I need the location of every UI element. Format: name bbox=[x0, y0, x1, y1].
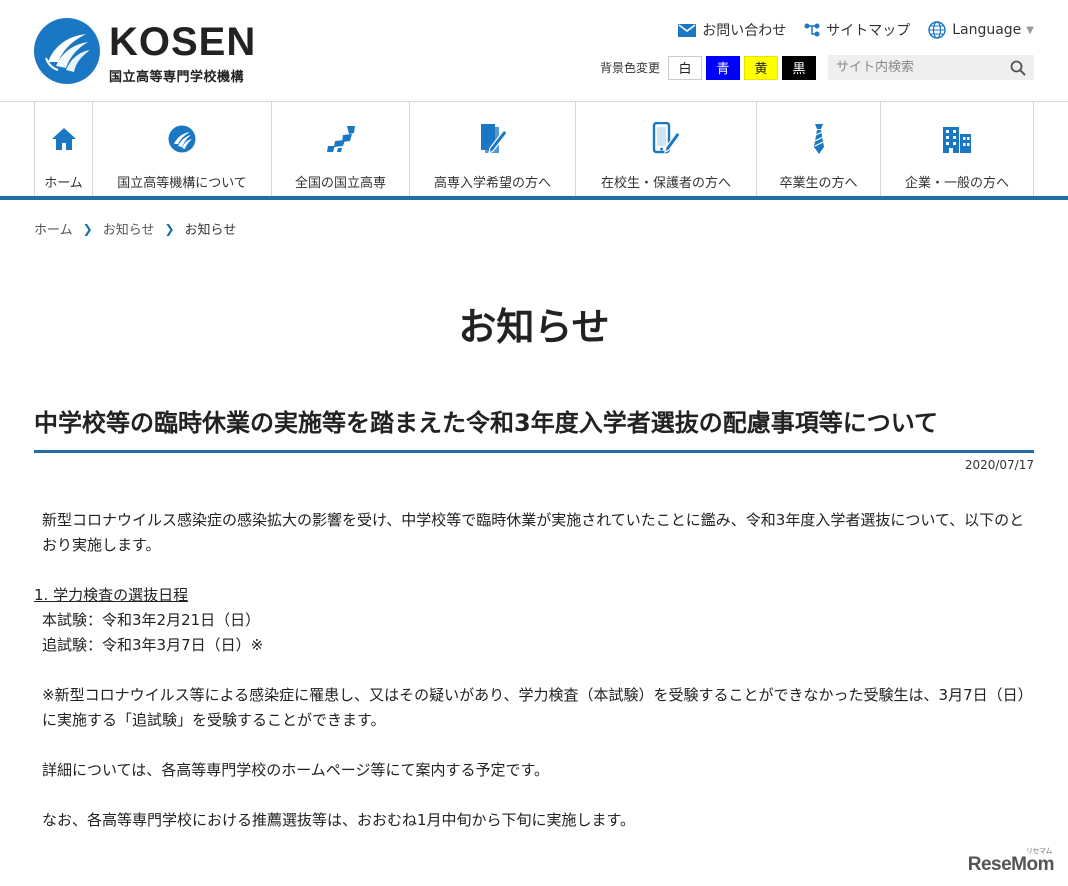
nav-label: 国立高等機構について bbox=[117, 176, 247, 191]
bg-white-button[interactable]: 白 bbox=[668, 55, 702, 80]
nav-label: 全国の国立高専 bbox=[294, 176, 386, 191]
utility-links: お問い合わせ サイトマップ Language ▼ bbox=[660, 20, 1034, 40]
contact-link-label: お問い合わせ bbox=[702, 23, 787, 39]
bg-color-label: 背景色変更 bbox=[599, 61, 660, 75]
nav-label: 企業・一般の方へ bbox=[904, 176, 1009, 191]
section-heading: 1. 学力検査の選抜日程 bbox=[34, 586, 189, 604]
article-intro: 新型コロナウイルス感染症の感染拡大の影響を受け、中学校等で臨時休業が実施されてい… bbox=[42, 511, 1025, 554]
makeup-exam-note: ※新型コロナウイルス等による感染症に罹患し、又はその疑いがあり、学力検査（本試験… bbox=[42, 686, 1033, 729]
language-label: Language bbox=[952, 22, 1022, 38]
breadcrumb-home[interactable]: ホーム bbox=[34, 219, 73, 238]
search-icon[interactable] bbox=[1010, 60, 1026, 76]
contact-link[interactable]: お問い合わせ bbox=[678, 20, 786, 40]
caret-down-icon: ▼ bbox=[1026, 24, 1034, 36]
chevron-right-icon: ❯ bbox=[164, 221, 175, 236]
nav-item-alumni[interactable]: 卒業生の方へ bbox=[757, 102, 881, 196]
nav-item-home[interactable]: ホーム bbox=[35, 102, 93, 196]
breadcrumb-current: お知らせ bbox=[184, 223, 237, 238]
language-selector[interactable]: Language ▼ bbox=[928, 21, 1034, 39]
bg-blue-button[interactable]: 青 bbox=[706, 55, 740, 80]
nav-item-students[interactable]: 在校生・保護者の方へ bbox=[576, 102, 757, 196]
search-input[interactable] bbox=[836, 60, 996, 75]
chevron-right-icon: ❯ bbox=[82, 221, 93, 236]
article-body: 新型コロナウイルス感染症の感染拡大の影響を受け、中学校等で臨時休業が実施されてい… bbox=[34, 508, 1034, 858]
watermark-brand: ReseMom bbox=[967, 854, 1055, 875]
building-icon bbox=[943, 127, 971, 153]
nav-item-prospective[interactable]: 高専入学希望の方へ bbox=[410, 102, 576, 196]
home-icon bbox=[51, 128, 76, 150]
sitemap-link-label: サイトマップ bbox=[826, 23, 911, 39]
site-header: KOSEN 国立高等専門学校機構 お問い合わせ サイトマップ Language … bbox=[0, 0, 1068, 102]
sitemap-link[interactable]: サイトマップ bbox=[804, 20, 910, 40]
recommendation-note: なお、各高等専門学校における推薦選抜等は、おおむね1月中旬から下旬に実施します。 bbox=[42, 811, 636, 829]
global-nav: ホーム 国立高等機構について 全国の国立高専 高専入学希望の方へ 在校生・保護者… bbox=[34, 102, 1034, 196]
map-icon bbox=[326, 126, 355, 152]
article-date: 2020/07/17 bbox=[964, 458, 1034, 472]
nav-item-business[interactable]: 企業・一般の方へ bbox=[881, 102, 1034, 196]
details-note: 詳細については、各高等専門学校のホームページ等にて案内する予定です。 bbox=[42, 761, 550, 779]
page-title: お知らせ bbox=[458, 305, 610, 349]
nav-label: 卒業生の方へ bbox=[779, 176, 858, 191]
background-color-switcher: 背景色変更 白 青 黄 黒 bbox=[600, 55, 1034, 80]
logo-wordmark: KOSEN bbox=[109, 20, 257, 64]
exam-schedule-section: 1. 学力検査の選抜日程 本試験：令和3年2月21日（日） 追試験：令和3年3月… bbox=[34, 583, 1034, 658]
nav-label: 高専入学希望の方へ bbox=[433, 176, 551, 191]
breadcrumb-news[interactable]: お知らせ bbox=[103, 219, 155, 238]
watermark-small: リセマム bbox=[1026, 848, 1053, 855]
smartphone-pen-icon bbox=[652, 122, 681, 154]
makeup-exam-date: 追試験：令和3年3月7日（日）※ bbox=[42, 636, 264, 654]
main-exam-date: 本試験：令和3年2月21日（日） bbox=[42, 611, 261, 629]
nav-label: 在校生・保護者の方へ bbox=[600, 176, 731, 191]
bg-yellow-button[interactable]: 黄 bbox=[744, 55, 778, 80]
resemom-watermark: ReseMom リセマム bbox=[967, 848, 1055, 876]
nav-accent-bar bbox=[0, 196, 1068, 200]
nav-item-schools[interactable]: 全国の国立高専 bbox=[272, 102, 410, 196]
site-search bbox=[828, 55, 1034, 80]
nav-item-about[interactable]: 国立高等機構について bbox=[93, 102, 272, 196]
nav-label: ホーム bbox=[44, 176, 83, 191]
notebook-pen-icon bbox=[480, 124, 508, 155]
article-title: 中学校等の臨時休業の実施等を踏まえた令和3年度入学者選抜の配慮事項等について bbox=[34, 403, 1034, 453]
kosen-logo-icon bbox=[34, 18, 100, 84]
necktie-icon bbox=[813, 124, 824, 154]
logo-subtitle: 国立高等専門学校機構 bbox=[109, 70, 245, 85]
site-logo[interactable]: KOSEN 国立高等専門学校機構 bbox=[34, 18, 256, 85]
breadcrumb: ホーム ❯ お知らせ ❯ お知らせ bbox=[34, 219, 237, 239]
kosen-logo-icon bbox=[168, 125, 196, 153]
envelope-icon bbox=[678, 23, 697, 37]
globe-icon bbox=[928, 21, 946, 39]
sitemap-icon bbox=[804, 23, 820, 37]
bg-black-button[interactable]: 黒 bbox=[782, 55, 816, 80]
